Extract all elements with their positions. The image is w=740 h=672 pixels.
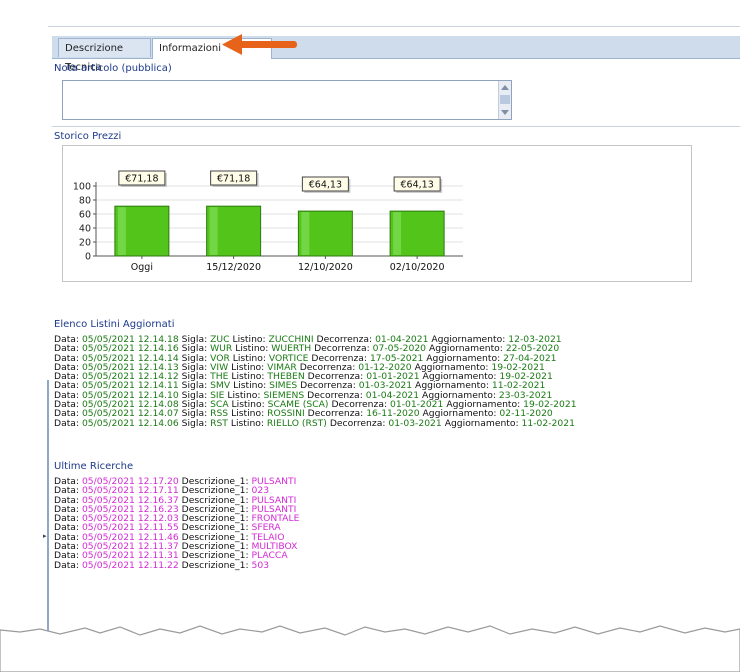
- price-chart-frame: 0 20 40 60 80 100 €71,18 Oggi €71,18 15/12/2020 €6…: [62, 145, 692, 282]
- x-tick-label: 12/10/2020: [298, 262, 353, 273]
- list-item: Data: 05/05/2021 12.14.06 Sigla: RST Lis…: [54, 417, 575, 429]
- y-tick-label: 20: [79, 238, 91, 249]
- y-tick-label: 0: [85, 252, 91, 263]
- price-history-label: Storico Prezzi: [54, 131, 122, 142]
- left-splitter[interactable]: [47, 380, 49, 650]
- scroll-down-icon[interactable]: [501, 110, 509, 115]
- note-label: Nota articolo (pubblica): [54, 63, 172, 74]
- scroll-up-icon[interactable]: [501, 85, 509, 90]
- divider: [52, 126, 740, 127]
- torn-edge: [0, 625, 740, 672]
- lists-title: Elenco Listini Aggiornati: [54, 319, 175, 330]
- price-chart: 0 20 40 60 80 100 €71,18 Oggi €71,18 15/12/2020 €6…: [73, 170, 463, 273]
- list-item: Data: 05/05/2021 12.11.22 Descrizione_1:…: [54, 559, 270, 571]
- y-tick-label: 40: [79, 224, 91, 235]
- bar-highlight: [393, 212, 402, 255]
- bar-highlight: [301, 212, 310, 255]
- y-tick-label: 60: [79, 210, 91, 221]
- data-label: €64,13: [309, 180, 342, 191]
- note-textarea[interactable]: [62, 80, 512, 120]
- data-label: €71,18: [217, 174, 250, 185]
- bar-highlight: [209, 207, 218, 255]
- note-scrollbar[interactable]: [498, 81, 511, 119]
- x-tick-label: Oggi: [131, 262, 153, 273]
- tab-strip: Descrizione Tecnica Informazioni: [52, 36, 740, 73]
- data-label: €71,18: [125, 174, 158, 185]
- searches-title: Ultime Ricerche: [54, 461, 134, 472]
- lists-list: Data: 05/05/2021 12.14.18 Sigla: ZUC Lis…: [54, 335, 577, 428]
- y-tick-label: 100: [73, 182, 91, 193]
- top-divider: [48, 26, 740, 27]
- x-tick-label: 02/10/2020: [390, 262, 445, 273]
- scroll-thumb[interactable]: [500, 95, 510, 104]
- bar-highlight: [117, 207, 126, 255]
- searches-list: Data: 05/05/2021 12.17.20 Descrizione_1:…: [54, 477, 299, 570]
- x-tick-label: 15/12/2020: [206, 262, 261, 273]
- data-label: €64,13: [401, 180, 434, 191]
- y-tick-label: 80: [79, 196, 91, 207]
- tab-descrizione-tecnica[interactable]: Descrizione Tecnica: [58, 38, 151, 73]
- splitter-grip-icon: ▸: [43, 532, 47, 540]
- orange-arrow-icon: [222, 34, 297, 55]
